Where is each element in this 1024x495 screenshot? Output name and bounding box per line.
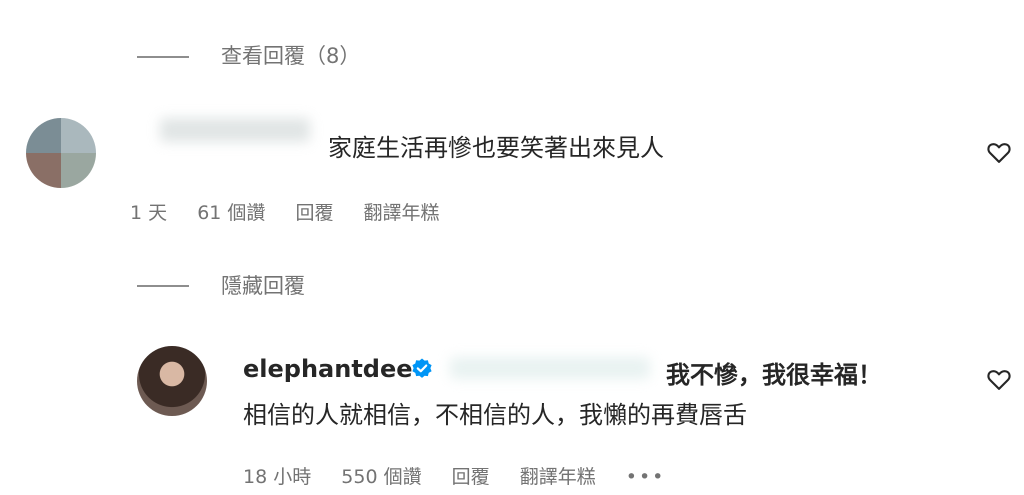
avatar[interactable] — [137, 346, 207, 416]
reply-button[interactable]: 回覆 — [295, 202, 333, 224]
comment-meta: 18 小時 550 個讚 回覆 翻譯年糕 ••• — [243, 462, 689, 489]
reply-button[interactable]: 回覆 — [452, 466, 490, 488]
comment-time[interactable]: 1 天 — [130, 202, 167, 224]
blurred-username — [160, 118, 310, 142]
username[interactable]: elephantdee — [243, 355, 413, 383]
blurred-mention — [450, 357, 650, 379]
comment-text-line1: 我不慘，我很幸福！ — [666, 361, 882, 389]
avatar[interactable] — [26, 118, 96, 188]
comment-time[interactable]: 18 小時 — [243, 466, 311, 488]
like-heart-icon[interactable] — [985, 365, 1013, 393]
like-heart-icon[interactable] — [985, 138, 1013, 166]
comment-text: 家庭生活再慘也要笑著出來見人 — [328, 134, 664, 162]
more-options-icon[interactable]: ••• — [626, 466, 666, 488]
comment-meta: 1 天 61 個讚 回覆 翻譯年糕 — [130, 198, 464, 225]
verified-badge-icon — [412, 358, 432, 378]
translate-button[interactable]: 翻譯年糕 — [520, 466, 596, 488]
like-count[interactable]: 550 個讚 — [341, 466, 421, 488]
like-count[interactable]: 61 個讚 — [197, 202, 265, 224]
view-replies-button[interactable]: 查看回覆（8） — [221, 40, 360, 70]
reply-divider-line — [137, 56, 189, 58]
translate-button[interactable]: 翻譯年糕 — [364, 202, 440, 224]
hide-replies-button[interactable]: 隱藏回覆 — [221, 270, 305, 300]
comment-text-line2: 相信的人就相信，不相信的人，我懶的再費唇舌 — [243, 401, 747, 429]
reply-divider-line — [137, 285, 189, 287]
